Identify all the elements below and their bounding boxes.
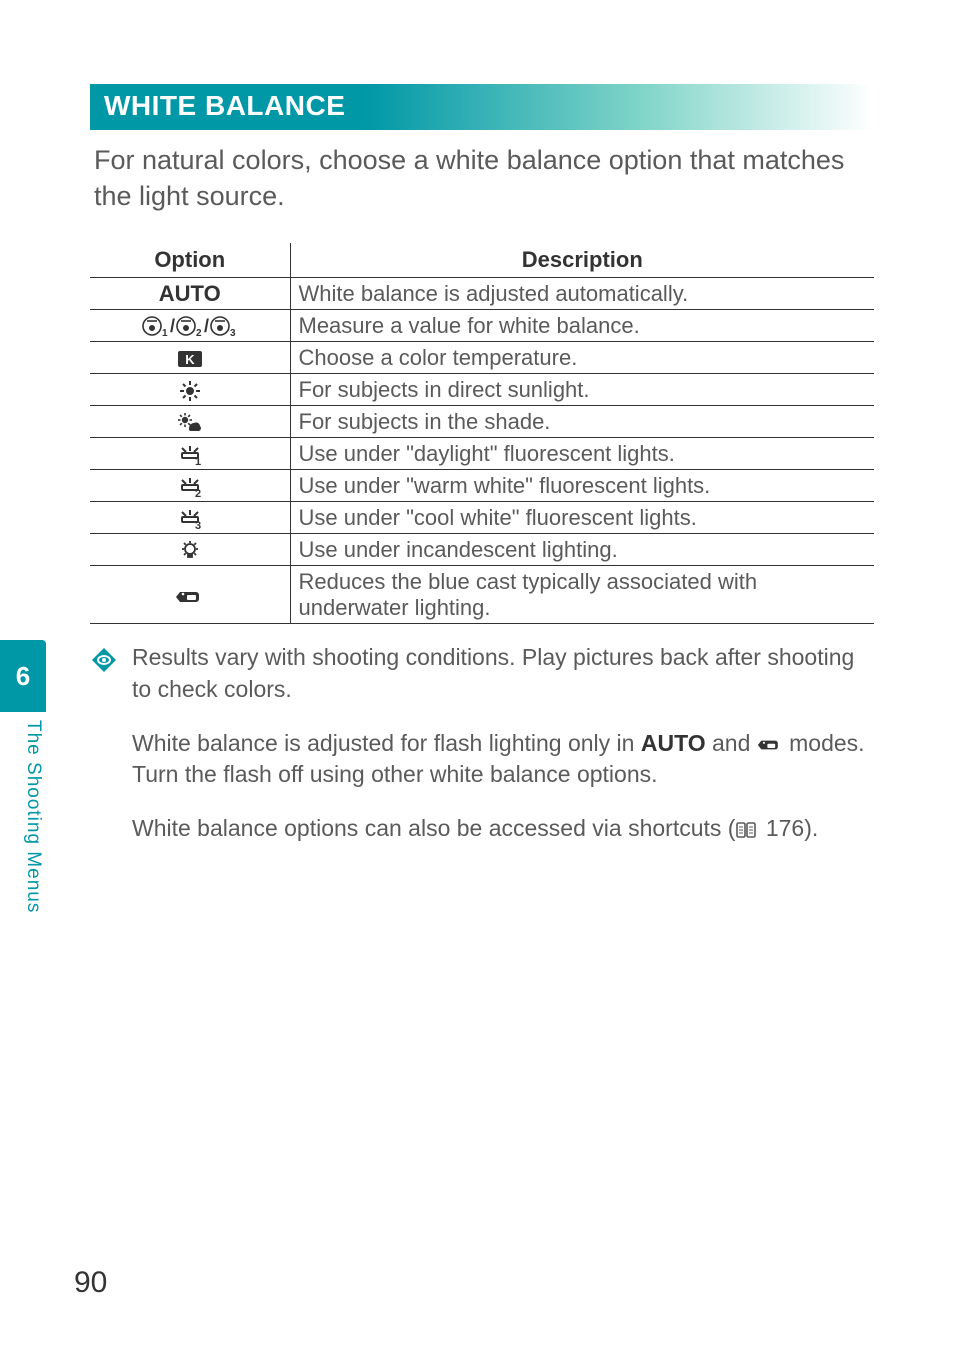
note-p2-auto: AUTO xyxy=(641,730,706,756)
note-p2: White balance is adjusted for flash ligh… xyxy=(132,728,868,791)
table-row: Reduces the blue cast typically associat… xyxy=(90,566,874,624)
note-p2-a: White balance is adjusted for flash ligh… xyxy=(132,730,641,756)
svg-text:/: / xyxy=(204,316,209,336)
note-p2-b: and xyxy=(706,730,757,756)
option-kelvin-desc: Choose a color temperature. xyxy=(290,342,874,374)
section-header-white-balance: WHITE BALANCE xyxy=(90,84,874,130)
option-fluorescent-1: 1 xyxy=(90,438,290,470)
fluorescent-3-icon: 3 xyxy=(178,508,202,530)
option-auto: AUTO xyxy=(90,277,290,309)
tip-icon xyxy=(90,646,118,867)
note-p3: White balance options can also be access… xyxy=(132,813,868,845)
option-custom-preset-desc: Measure a value for white balance. xyxy=(290,309,874,341)
svg-text:1: 1 xyxy=(162,328,168,339)
svg-text:2: 2 xyxy=(195,488,201,498)
option-fluorescent-1-desc: Use under "daylight" fluorescent lights. xyxy=(290,438,874,470)
table-row: For subjects in direct sunlight. xyxy=(90,374,874,406)
option-auto-desc: White balance is adjusted automatically. xyxy=(290,277,874,309)
page-ref-icon xyxy=(735,820,757,840)
sun-icon xyxy=(178,379,202,403)
option-auto-label: AUTO xyxy=(159,281,221,306)
option-custom-preset: 1 / 2 / 3 xyxy=(90,309,290,341)
option-kelvin: K xyxy=(90,342,290,374)
table-row: 1 / 2 / 3 Measure a value xyxy=(90,309,874,341)
kelvin-icon: K xyxy=(176,349,204,369)
document-page: WHITE BALANCE For natural colors, choose… xyxy=(0,0,954,1346)
white-balance-table: Option Description AUTO White balance is… xyxy=(90,243,874,624)
underwater-inline-icon xyxy=(757,736,783,754)
intro-paragraph: For natural colors, choose a white balan… xyxy=(94,142,870,215)
table-row: Use under incandescent lighting. xyxy=(90,534,874,566)
option-shade xyxy=(90,406,290,438)
incandescent-icon xyxy=(179,540,201,562)
table-header-option: Option xyxy=(90,243,290,278)
table-row: For subjects in the shade. xyxy=(90,406,874,438)
note-p1: Results vary with shooting conditions. P… xyxy=(132,642,868,705)
fluorescent-2-icon: 2 xyxy=(178,476,202,498)
svg-text:3: 3 xyxy=(230,328,236,339)
svg-text:K: K xyxy=(185,352,195,367)
shade-icon xyxy=(177,412,203,434)
table-row: 1 Use under "daylight" fluorescent light… xyxy=(90,438,874,470)
note-p3-a: White balance options can also be access… xyxy=(132,815,735,841)
option-fluorescent-3: 3 xyxy=(90,502,290,534)
note-p3-ref: 176). xyxy=(759,815,818,841)
option-underwater xyxy=(90,566,290,624)
underwater-icon xyxy=(175,586,205,606)
table-row: 3 Use under "cool white" fluorescent lig… xyxy=(90,502,874,534)
note-block: Results vary with shooting conditions. P… xyxy=(90,642,874,867)
svg-text:/: / xyxy=(170,316,175,336)
table-header-row: Option Description xyxy=(90,243,874,278)
svg-text:3: 3 xyxy=(195,520,201,530)
option-fluorescent-3-desc: Use under "cool white" fluorescent light… xyxy=(290,502,874,534)
option-underwater-desc: Reduces the blue cast typically associat… xyxy=(290,566,874,624)
option-shade-desc: For subjects in the shade. xyxy=(290,406,874,438)
chapter-tab: 6 xyxy=(0,640,46,712)
option-incandescent xyxy=(90,534,290,566)
table-row: K Choose a color temperature. xyxy=(90,342,874,374)
note-body: Results vary with shooting conditions. P… xyxy=(132,642,868,867)
svg-text:2: 2 xyxy=(196,328,202,339)
option-sunlight-desc: For subjects in direct sunlight. xyxy=(290,374,874,406)
table-row: AUTO White balance is adjusted automatic… xyxy=(90,277,874,309)
chapter-label: The Shooting Menus xyxy=(22,720,44,913)
custom-preset-icon: 1 / 2 / 3 xyxy=(140,315,240,339)
page-number: 90 xyxy=(74,1266,107,1300)
table-header-description: Description xyxy=(290,243,874,278)
option-sunlight xyxy=(90,374,290,406)
chapter-number: 6 xyxy=(16,661,30,692)
svg-text:1: 1 xyxy=(195,456,201,466)
option-incandescent-desc: Use under incandescent lighting. xyxy=(290,534,874,566)
option-fluorescent-2: 2 xyxy=(90,470,290,502)
section-header-text: WHITE BALANCE xyxy=(104,90,345,121)
fluorescent-1-icon: 1 xyxy=(178,444,202,466)
table-row: 2 Use under "warm white" fluorescent lig… xyxy=(90,470,874,502)
option-fluorescent-2-desc: Use under "warm white" fluorescent light… xyxy=(290,470,874,502)
